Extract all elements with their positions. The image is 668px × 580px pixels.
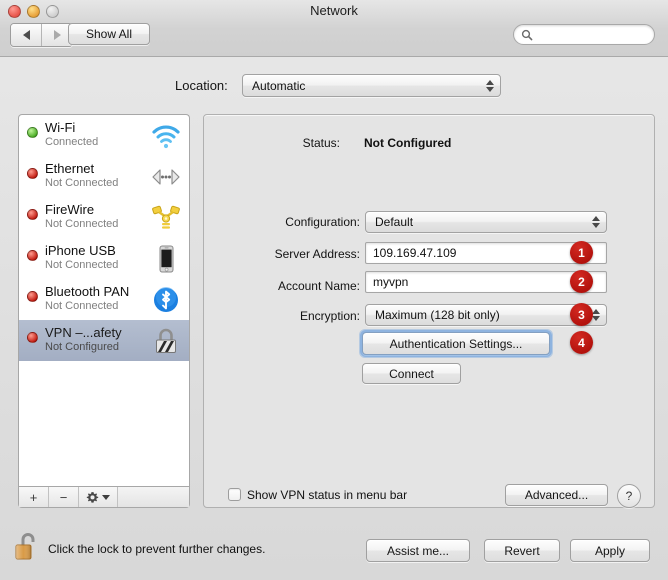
service-name: VPN –...afety (45, 325, 122, 340)
annotation-badge-4: 4 (570, 331, 593, 354)
window-title: Network (310, 3, 358, 18)
sidebar-item-bluetooth-pan[interactable]: Bluetooth PAN Not Connected (19, 279, 189, 320)
service-name: Ethernet (45, 161, 95, 176)
status-label: Status: (302, 136, 340, 150)
remove-service-button[interactable]: − (49, 487, 79, 507)
location-label: Location: (175, 78, 228, 93)
firewire-icon (152, 205, 180, 229)
stepper-icon (486, 79, 494, 92)
stepper-icon (592, 309, 600, 321)
server-address-label: Server Address: (274, 247, 360, 261)
network-preferences-window: Network Show All Location: Automatic Wi-… (0, 0, 668, 580)
annotation-badge-2: 2 (570, 270, 593, 293)
server-address-value: 109.169.47.109 (373, 246, 457, 260)
service-status: Not Configured (45, 341, 119, 353)
annotation-badge-3: 3 (570, 303, 593, 326)
search-icon (521, 29, 533, 41)
gear-icon (86, 491, 99, 503)
lock-hint-text: Click the lock to prevent further change… (48, 542, 266, 556)
chevron-right-icon (53, 30, 61, 40)
configuration-popup-button[interactable]: Default (365, 211, 607, 233)
status-dot (27, 168, 38, 179)
search-input[interactable] (537, 27, 651, 45)
apply-button[interactable]: Apply (570, 539, 650, 562)
network-services-list[interactable]: Wi-Fi Connected Ethernet Not Connected F… (18, 114, 190, 486)
sidebar-item-wifi[interactable]: Wi-Fi Connected (19, 115, 189, 156)
status-dot (27, 332, 38, 343)
bluetooth-icon (154, 287, 178, 312)
show-vpn-status-checkbox[interactable] (228, 488, 241, 501)
stepper-icon (592, 216, 600, 228)
service-name: iPhone USB (45, 243, 116, 258)
status-dot (27, 209, 38, 220)
service-name: Bluetooth PAN (45, 284, 130, 299)
status-dot (27, 291, 38, 302)
revert-button[interactable]: Revert (484, 539, 560, 562)
services-list-footer: + − (18, 486, 190, 508)
advanced-button[interactable]: Advanced... (505, 484, 608, 506)
footer-filler (118, 487, 189, 507)
chevron-down-icon (102, 494, 110, 500)
navigation-buttons (10, 23, 73, 47)
encryption-label: Encryption: (299, 309, 360, 323)
assist-me-button[interactable]: Assist me... (366, 539, 470, 562)
service-name: FireWire (45, 202, 95, 217)
encryption-value: Maximum (128 bit only) (375, 308, 500, 322)
help-button[interactable]: ? (617, 484, 641, 508)
vpn-lock-icon (156, 328, 176, 353)
configuration-label: Configuration: (285, 215, 360, 229)
account-name-label: Account Name: (277, 279, 360, 293)
unlocked-padlock-icon[interactable] (14, 530, 40, 562)
sidebar-item-firewire[interactable]: FireWire Not Connected (19, 197, 189, 238)
authentication-settings-button[interactable]: Authentication Settings... (360, 330, 552, 357)
connect-button[interactable]: Connect (362, 363, 461, 384)
ethernet-icon (152, 169, 180, 185)
service-name: Wi-Fi (45, 120, 76, 135)
service-status: Not Connected (45, 218, 119, 230)
status-dot (27, 250, 38, 261)
location-value: Automatic (252, 78, 306, 93)
sidebar-item-vpn[interactable]: VPN –...afety Not Configured (19, 320, 189, 361)
add-service-button[interactable]: + (19, 487, 49, 507)
configuration-value: Default (375, 215, 414, 229)
chevron-left-icon (22, 30, 30, 40)
window-titlebar: Network Show All (0, 0, 668, 57)
wifi-icon (152, 125, 180, 149)
status-value: Not Configured (364, 136, 452, 150)
service-status: Not Connected (45, 177, 119, 189)
sidebar-item-ethernet[interactable]: Ethernet Not Connected (19, 156, 189, 197)
account-name-value: myvpn (373, 275, 409, 289)
location-popup-button[interactable]: Automatic (242, 74, 501, 97)
iphone-icon (159, 245, 174, 273)
annotation-badge-1: 1 (570, 241, 593, 264)
service-actions-menu-button[interactable] (79, 487, 118, 507)
search-field[interactable] (513, 24, 655, 45)
show-vpn-status-label: Show VPN status in menu bar (247, 488, 408, 502)
show-all-button[interactable]: Show All (68, 23, 150, 45)
back-button[interactable] (11, 24, 41, 46)
status-dot (27, 127, 38, 138)
service-status: Connected (45, 136, 99, 148)
sidebar-item-iphone-usb[interactable]: iPhone USB Not Connected (19, 238, 189, 279)
service-status: Not Connected (45, 259, 119, 271)
service-status: Not Connected (45, 300, 119, 312)
